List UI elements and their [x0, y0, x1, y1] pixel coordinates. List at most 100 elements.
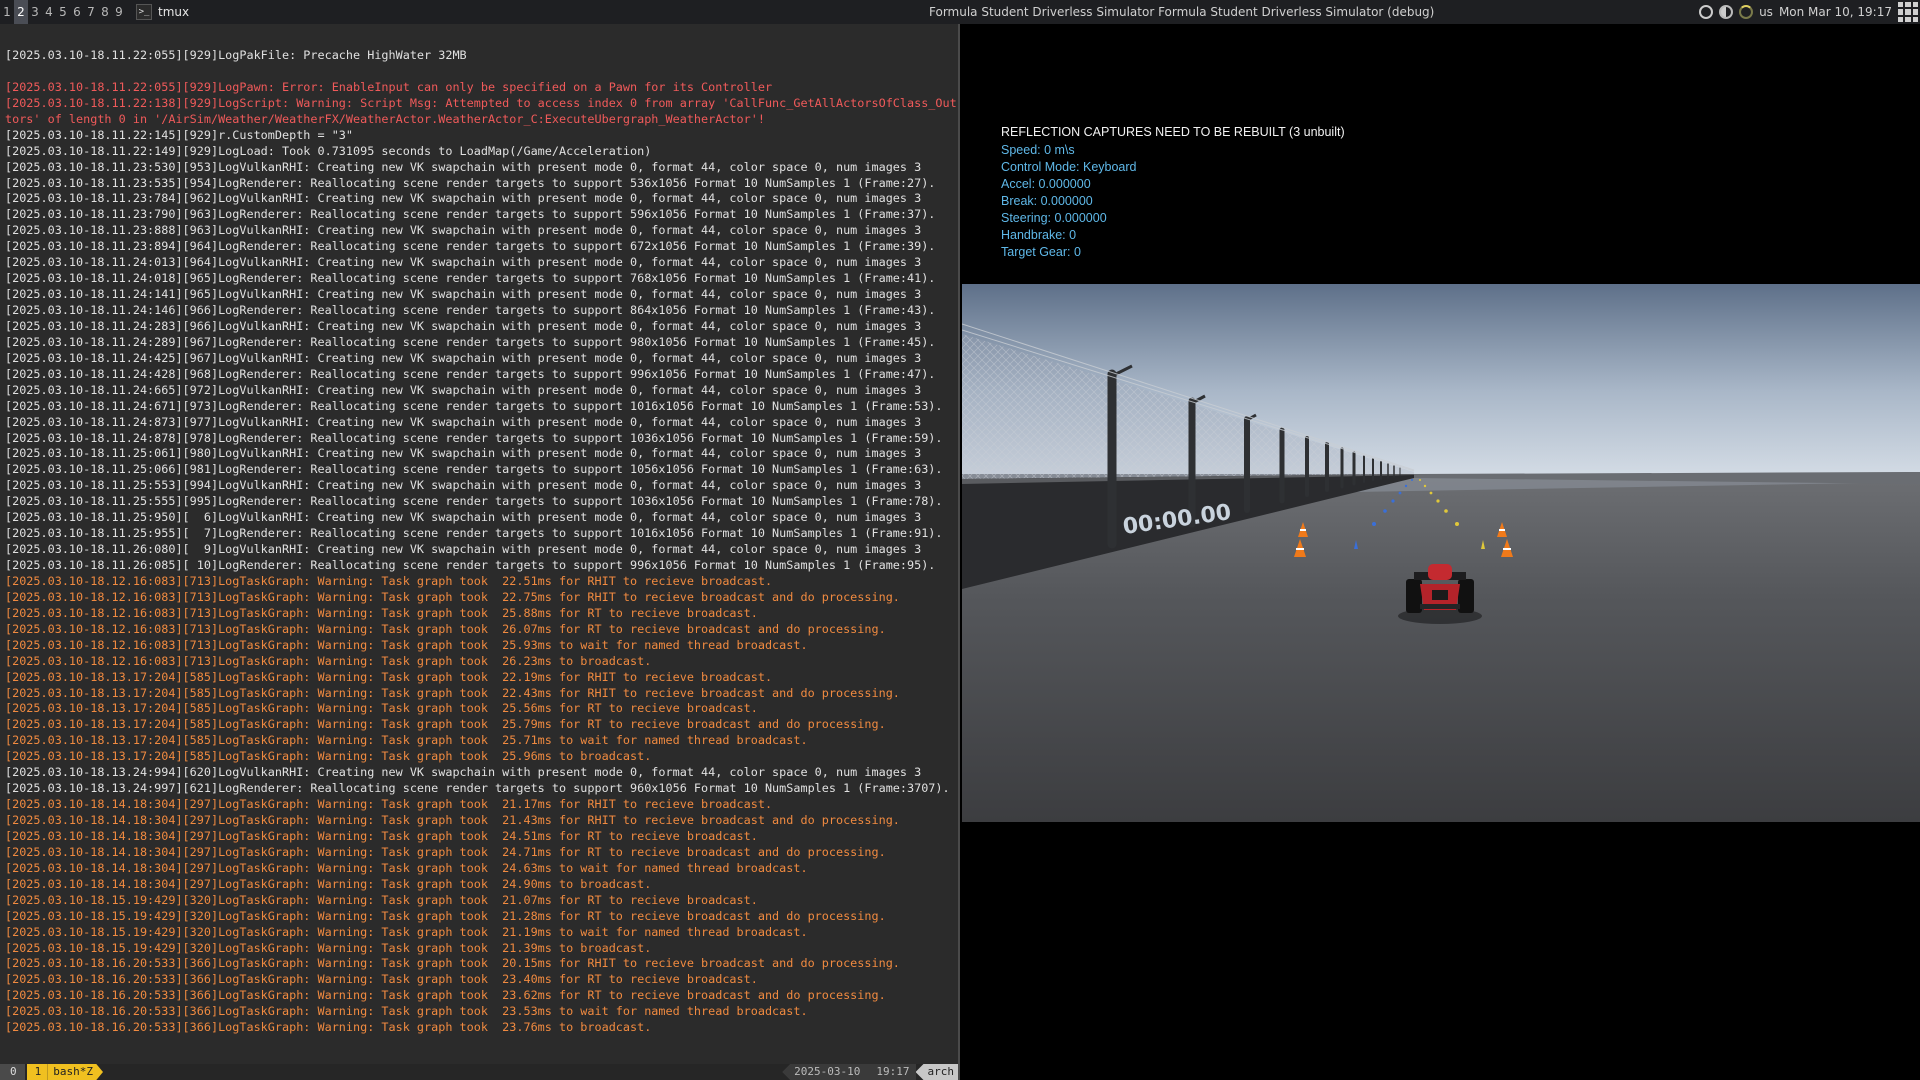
game-viewport[interactable]: 00:00.00	[962, 284, 1920, 822]
log-line: [2025.03.10-18.16.20:533][366]LogTaskGra…	[5, 988, 886, 1003]
volume-icon[interactable]	[1699, 5, 1714, 19]
terminal-window[interactable]: [2025.03.10-18.11.22:055][929]LogPakFile…	[0, 24, 960, 1080]
log-line: [2025.03.10-18.11.26:080][ 9]LogVulkanRH…	[5, 542, 922, 557]
log-line: [2025.03.10-18.11.26:085][ 10]LogRendere…	[5, 558, 936, 572]
tmux-session-index: 0	[0, 1064, 25, 1080]
log-line: [2025.03.10-18.14.18:304][297]LogTaskGra…	[5, 828, 758, 843]
log-line: [2025.03.10-18.12.16:083][713]LogTaskGra…	[5, 605, 758, 620]
workspace-8[interactable]: 8	[98, 0, 112, 24]
log-line: [2025.03.10-18.14.18:304][297]LogTaskGra…	[5, 797, 773, 812]
log-line: [2025.03.10-18.12.16:083][713]LogTaskGra…	[5, 621, 886, 636]
log-line: [2025.03.10-18.15.19:429][320]LogTaskGra…	[5, 908, 886, 923]
log-line: [2025.03.10-18.14.18:304][297]LogTaskGra…	[5, 813, 900, 827]
log-line: [2025.03.10-18.11.24:428][968]LogRendere…	[5, 366, 936, 381]
stat-line: Steering: 0.000000	[1001, 211, 1107, 225]
log-line: [2025.03.10-18.13.24:994][620]LogVulkanR…	[5, 765, 922, 780]
log-line: [2025.03.10-18.12.16:083][713]LogTaskGra…	[5, 573, 773, 588]
log-line: [2025.03.10-18.11.24:283][966]LogVulkanR…	[5, 318, 922, 333]
log-line: [2025.03.10-18.11.22:145][929]r.CustomDe…	[5, 127, 354, 142]
simulator-window[interactable]: REFLECTION CAPTURES NEED TO BE REBUILT (…	[962, 24, 1920, 1080]
log-line: [2025.03.10-18.11.25:066][981]LogRendere…	[5, 462, 943, 477]
tmux-date: 2025-03-10	[782, 1064, 867, 1080]
clock[interactable]: Mon Mar 10, 19:17	[1779, 5, 1892, 19]
log-line: [2025.03.10-18.15.19:429][320]LogTaskGra…	[5, 892, 758, 907]
log-line: [2025.03.10-18.11.22:055][929]LogPakFile…	[5, 48, 467, 62]
workspace-2[interactable]: 2	[14, 0, 28, 24]
tmux-window-name[interactable]: bash*Z	[47, 1064, 103, 1080]
log-line: [2025.03.10-18.16.20:533][366]LogTaskGra…	[5, 956, 900, 971]
stat-line: Break: 0.000000	[1001, 194, 1093, 208]
tmux-window-index[interactable]: 1	[26, 1064, 48, 1080]
app-grid-icon[interactable]	[1898, 2, 1918, 22]
taskbar-item-tmux[interactable]: >_ tmux	[130, 0, 195, 24]
log-line: [2025.03.10-18.11.24:873][977]LogVulkanR…	[5, 414, 922, 429]
log-line: [2025.03.10-18.11.25:955][ 7]LogRenderer…	[5, 526, 943, 541]
log-line: [2025.03.10-18.16.20:533][366]LogTaskGra…	[5, 1020, 652, 1035]
terminal-icon: >_	[136, 4, 152, 20]
log-line: [2025.03.10-18.11.24:141][965]LogVulkanR…	[5, 287, 922, 302]
log-line: [2025.03.10-18.14.18:304][297]LogTaskGra…	[5, 844, 886, 859]
log-line: [2025.03.10-18.11.24:013][964]LogVulkanR…	[5, 255, 922, 270]
log-line: [2025.03.10-18.11.25:061][980]LogVulkanR…	[5, 446, 922, 461]
workspace-9[interactable]: 9	[112, 0, 126, 24]
workspace-5[interactable]: 5	[56, 0, 70, 24]
log-line: [2025.03.10-18.11.24:018][965]LogRendere…	[5, 271, 936, 286]
log-line: [2025.03.10-18.11.24:289][967]LogRendere…	[5, 334, 936, 349]
stat-line: Speed: 0 m\s	[1001, 143, 1075, 157]
log-line: [2025.03.10-18.11.23:530][953]LogVulkanR…	[5, 159, 922, 174]
loading-icon	[1739, 5, 1754, 19]
workspace-1[interactable]: 1	[0, 0, 14, 24]
stat-line: Control Mode: Keyboard	[1001, 160, 1137, 174]
log-line: [2025.03.10-18.11.24:878][978]LogRendere…	[5, 430, 943, 445]
workspace-7[interactable]: 7	[84, 0, 98, 24]
log-line: [2025.03.10-18.13.17:204][585]LogTaskGra…	[5, 749, 652, 764]
log-line: [2025.03.10-18.11.24:665][972]LogVulkanR…	[5, 382, 922, 397]
log-line: [2025.03.10-18.11.23:894][964]LogRendere…	[5, 239, 936, 254]
log-line: [2025.03.10-18.12.16:083][713]LogTaskGra…	[5, 653, 652, 668]
log-line: [2025.03.10-18.13.17:204][585]LogTaskGra…	[5, 685, 900, 700]
workspace-switcher: 123456789	[0, 0, 126, 24]
log-line: [2025.03.10-18.16.20:533][366]LogTaskGra…	[5, 1004, 808, 1019]
log-line: [2025.03.10-18.15.19:429][320]LogTaskGra…	[5, 924, 808, 939]
log-line: [2025.03.10-18.13.24:997][621]LogRendere…	[5, 781, 950, 796]
log-line: [2025.03.10-18.16.20:533][366]LogTaskGra…	[5, 972, 758, 987]
log-line: [2025.03.10-18.11.25:555][995]LogRendere…	[5, 494, 943, 509]
stat-line: Target Gear: 0	[1001, 245, 1081, 259]
log-line: [2025.03.10-18.11.24:671][973]LogRendere…	[5, 398, 943, 413]
brightness-icon[interactable]	[1719, 5, 1734, 19]
track-scene: 00:00.00	[962, 284, 1920, 822]
log-line: [2025.03.10-18.11.23:784][962]LogVulkanR…	[5, 191, 922, 206]
log-line: [2025.03.10-18.11.23:790][963]LogRendere…	[5, 207, 936, 222]
system-tray: us Mon Mar 10, 19:17	[1699, 0, 1920, 24]
tmux-hostname: arch	[915, 1064, 958, 1080]
tmux-status-bar: 0 1 bash*Z 2025-03-10 19:17 arch	[0, 1064, 958, 1080]
log-line: [2025.03.10-18.15.19:429][320]LogTaskGra…	[5, 940, 652, 955]
log-line: [2025.03.10-18.13.17:204][585]LogTaskGra…	[5, 669, 773, 684]
keyboard-layout[interactable]: us	[1759, 5, 1773, 19]
tmux-time: 19:17	[866, 1064, 916, 1080]
log-line: [2025.03.10-18.12.16:083][713]LogTaskGra…	[5, 637, 808, 652]
taskbar-item-label: tmux	[158, 5, 190, 19]
stat-line: Handbrake: 0	[1001, 228, 1077, 242]
log-line: [2025.03.10-18.14.18:304][297]LogTaskGra…	[5, 876, 652, 891]
stat-line: Accel: 0.000000	[1001, 177, 1091, 191]
workspace-4[interactable]: 4	[42, 0, 56, 24]
workspace-6[interactable]: 6	[70, 0, 84, 24]
log-line: tors' of length 0 in '/AirSim/Weather/We…	[5, 111, 765, 126]
focused-window-title: Formula Student Driverless Simulator For…	[929, 5, 1435, 19]
workspace-3[interactable]: 3	[28, 0, 42, 24]
log-line: [2025.03.10-18.13.17:204][585]LogTaskGra…	[5, 717, 886, 732]
log-output: [2025.03.10-18.11.22:055][929]LogPakFile…	[5, 48, 957, 1036]
tmux-status-right: 2025-03-10 19:17 arch	[782, 1064, 958, 1080]
log-line: [2025.03.10-18.11.23:535][954]LogRendere…	[5, 175, 936, 190]
log-line: [2025.03.10-18.11.22:138][929]LogScript:…	[5, 95, 957, 110]
log-line: [2025.03.10-18.14.18:304][297]LogTaskGra…	[5, 860, 808, 875]
log-line: [2025.03.10-18.12.16:083][713]LogTaskGra…	[5, 589, 900, 604]
log-line: [2025.03.10-18.13.17:204][585]LogTaskGra…	[5, 701, 758, 716]
reflection-warning: REFLECTION CAPTURES NEED TO BE REBUILT (…	[1001, 125, 1345, 139]
log-line: [2025.03.10-18.11.24:425][967]LogVulkanR…	[5, 350, 922, 365]
log-line: [2025.03.10-18.11.23:888][963]LogVulkanR…	[5, 223, 922, 238]
log-line: [2025.03.10-18.11.22:149][929]LogLoad: T…	[5, 143, 652, 158]
log-line: [2025.03.10-18.11.24:146][966]LogRendere…	[5, 303, 936, 317]
